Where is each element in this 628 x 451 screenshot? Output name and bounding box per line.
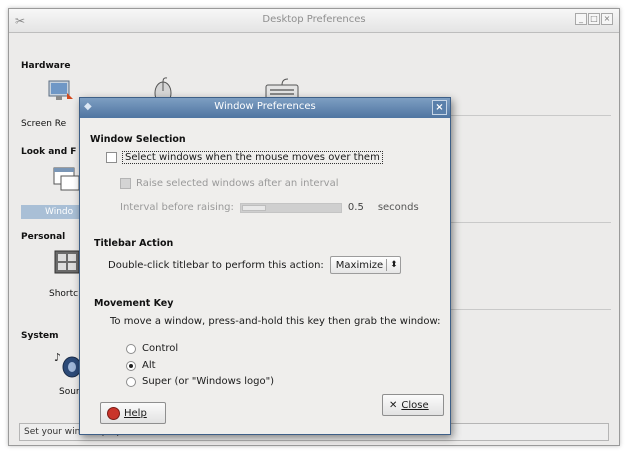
help-button-label: Help (124, 407, 147, 419)
main-titlebar: ✂ Desktop Preferences _ □ × (9, 9, 619, 33)
help-icon (107, 406, 120, 420)
close-button[interactable]: ✕ Close (382, 394, 444, 416)
interval-slider (239, 202, 342, 213)
dialog-titlebar[interactable]: ◆ Window Preferences × (80, 98, 450, 118)
radio-super-label[interactable]: Super (or "Windows logo") (142, 376, 274, 387)
radio-super[interactable]: Super (or "Windows logo") (126, 376, 274, 387)
interval-value: 0.5 (347, 202, 364, 213)
radio-control-label[interactable]: Control (142, 343, 178, 354)
window-preferences-dialog: ◆ Window Preferences × Window Selection … (79, 97, 451, 435)
separator (449, 309, 611, 310)
maximize-button[interactable]: □ (588, 13, 600, 25)
movement-key-instruction: To move a window, press-and-hold this ke… (110, 316, 441, 327)
main-window-title: Desktop Preferences (262, 14, 366, 25)
select-on-hover-checkbox[interactable] (106, 152, 117, 163)
separator (449, 115, 611, 116)
radio-alt[interactable]: Alt (126, 360, 156, 371)
category-hardware: Hardware (21, 61, 71, 71)
radio-alt-button[interactable] (126, 360, 136, 371)
separator (449, 222, 611, 223)
minimize-button[interactable]: _ (575, 13, 587, 25)
screen-resolution-icon[interactable] (47, 79, 73, 103)
shortcuts-label[interactable]: Shortc (49, 289, 78, 299)
radio-control-button[interactable] (126, 343, 136, 354)
category-system: System (21, 331, 59, 341)
titlebar-action-dropdown[interactable]: Maximize ⬍ (329, 256, 401, 274)
select-on-hover-label[interactable]: Select windows when the mouse moves over… (122, 151, 383, 164)
windows-item-selected[interactable]: Windo (21, 205, 81, 219)
raise-checkbox (120, 178, 131, 189)
radio-control[interactable]: Control (126, 343, 178, 354)
category-personal: Personal (21, 232, 66, 242)
close-x-icon: ✕ (389, 399, 398, 411)
interval-label: Interval before raising: (120, 202, 234, 213)
close-button-label: Close (401, 399, 429, 411)
window-controls: _ □ × (575, 13, 613, 25)
movement-key-heading: Movement Key (94, 298, 174, 309)
radio-super-button[interactable] (126, 376, 136, 387)
raise-label: Raise selected windows after an interval (136, 178, 339, 189)
screen-resolution-label[interactable]: Screen Re (21, 119, 66, 129)
category-look-and-feel: Look and F (21, 147, 77, 157)
windows-icon[interactable] (53, 167, 81, 193)
raise-option: Raise selected windows after an interval (120, 178, 339, 189)
dialog-title: Window Preferences (214, 101, 316, 112)
titlebar-action-heading: Titlebar Action (94, 238, 174, 249)
window-selection-heading: Window Selection (90, 134, 186, 145)
slider-knob (241, 204, 266, 211)
interval-unit: seconds (377, 202, 419, 213)
interval-row: Interval before raising: 0.5 seconds (120, 202, 419, 213)
titlebar-action-label: Double-click titlebar to perform this ac… (108, 259, 324, 271)
updown-arrow-icon: ⬍ (390, 259, 398, 270)
titlebar-action-row: Double-click titlebar to perform this ac… (108, 256, 401, 274)
svg-text:♪: ♪ (54, 351, 61, 364)
dialog-close-icon[interactable]: × (432, 100, 447, 115)
titlebar-action-value: Maximize (335, 259, 384, 271)
select-on-hover-option[interactable]: Select windows when the mouse moves over… (106, 151, 383, 164)
radio-alt-label[interactable]: Alt (142, 360, 156, 371)
keyboard-shortcuts-icon[interactable] (53, 249, 81, 275)
close-window-button[interactable]: × (601, 13, 613, 25)
help-button[interactable]: Help (100, 402, 166, 424)
